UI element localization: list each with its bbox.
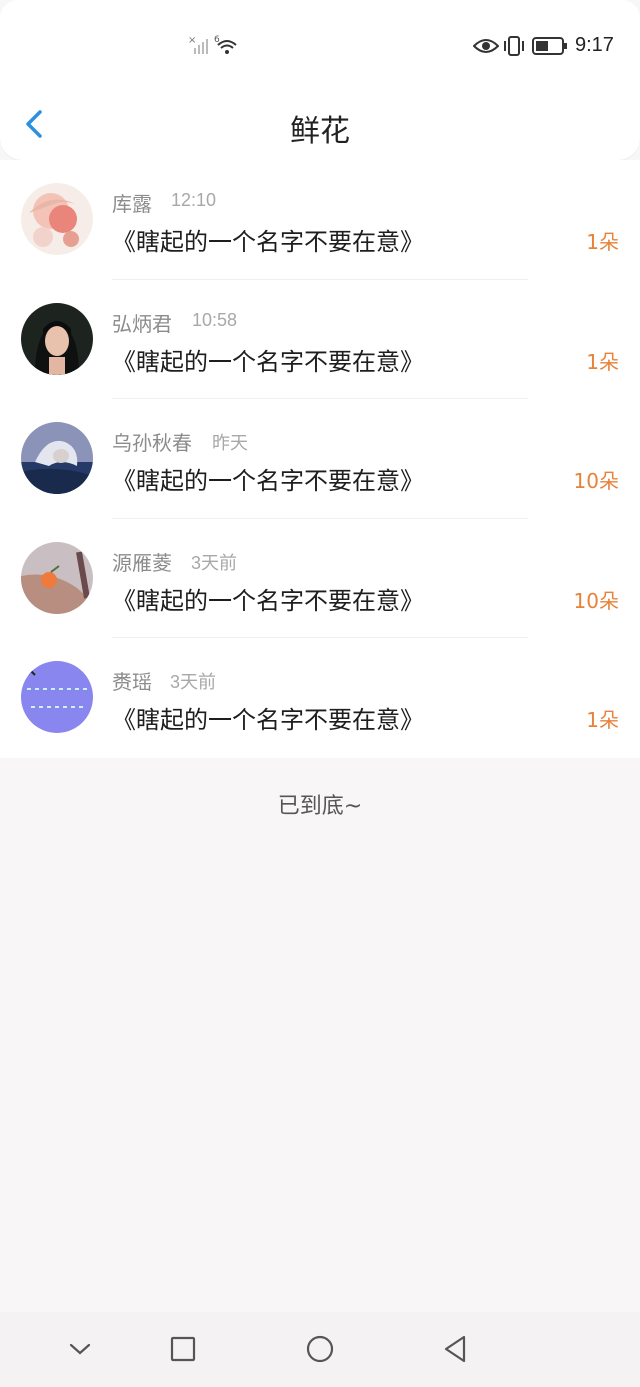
vibrate-icon	[504, 36, 524, 56]
end-of-list-text: 已到底~	[277, 794, 363, 819]
avatar[interactable]	[21, 422, 93, 495]
book-title[interactable]: 《瞎起的一个名字不要在意》	[112, 581, 424, 616]
battery-icon	[532, 37, 567, 55]
avatar[interactable]	[21, 183, 93, 255]
flower-list: 库露 12:10 《瞎起的一个名字不要在意》 1朵 弘炳君 10:58 《瞎起的…	[0, 160, 640, 758]
eye-icon	[473, 39, 499, 53]
signal-icon: ×	[188, 35, 208, 54]
svg-text:×: ×	[188, 35, 196, 46]
flower-count: 1朵	[586, 349, 619, 374]
flower-count: 10朵	[573, 469, 619, 494]
system-nav-bar	[0, 1312, 640, 1387]
book-title[interactable]: 《瞎起的一个名字不要在意》	[112, 222, 424, 257]
sender-name: 源雁菱	[112, 550, 172, 575]
clock-time: 9:17	[575, 34, 614, 56]
back-triangle-icon[interactable]	[441, 1334, 471, 1364]
send-time: 10:58	[192, 309, 238, 330]
book-title[interactable]: 《瞎起的一个名字不要在意》	[112, 342, 424, 377]
send-time: 12:10	[171, 190, 217, 210]
wifi-icon: 6	[214, 35, 237, 54]
sender-name: 库露	[112, 192, 152, 216]
flower-count: 1朵	[586, 708, 619, 733]
list-item[interactable]: 弘炳君 10:58 《瞎起的一个名字不要在意》 1朵	[0, 280, 640, 400]
book-title[interactable]: 《瞎起的一个名字不要在意》	[112, 461, 424, 496]
sender-name: 乌孙秋春	[112, 431, 192, 456]
status-bar: × 6 9:17	[0, 0, 640, 90]
page-title: 鲜花	[290, 114, 350, 149]
send-time: 3天前	[170, 672, 217, 693]
header-bar: 鲜花	[0, 90, 640, 160]
list-item[interactable]: 赉瑶 3天前 《瞎起的一个名字不要在意》 1朵	[0, 638, 640, 758]
flower-count: 10朵	[573, 588, 619, 613]
list-item[interactable]: 源雁菱 3天前 《瞎起的一个名字不要在意》 10朵	[0, 519, 640, 639]
home-circle-icon[interactable]	[305, 1334, 335, 1364]
chevron-down-icon[interactable]	[65, 1334, 95, 1364]
send-time: 昨天	[212, 433, 248, 454]
send-time: 3天前	[191, 552, 238, 573]
avatar[interactable]	[21, 541, 93, 614]
sender-name: 弘炳君	[112, 311, 172, 336]
sender-name: 赉瑶	[112, 670, 152, 695]
list-item[interactable]: 乌孙秋春 昨天 《瞎起的一个名字不要在意》 10朵	[0, 399, 640, 519]
book-title[interactable]: 《瞎起的一个名字不要在意》	[112, 700, 424, 735]
list-item[interactable]: 库露 12:10 《瞎起的一个名字不要在意》 1朵	[0, 160, 640, 280]
recents-square-icon[interactable]	[168, 1334, 198, 1364]
flower-count: 1朵	[586, 230, 619, 254]
avatar[interactable]	[21, 302, 93, 375]
avatar[interactable]	[21, 661, 93, 734]
